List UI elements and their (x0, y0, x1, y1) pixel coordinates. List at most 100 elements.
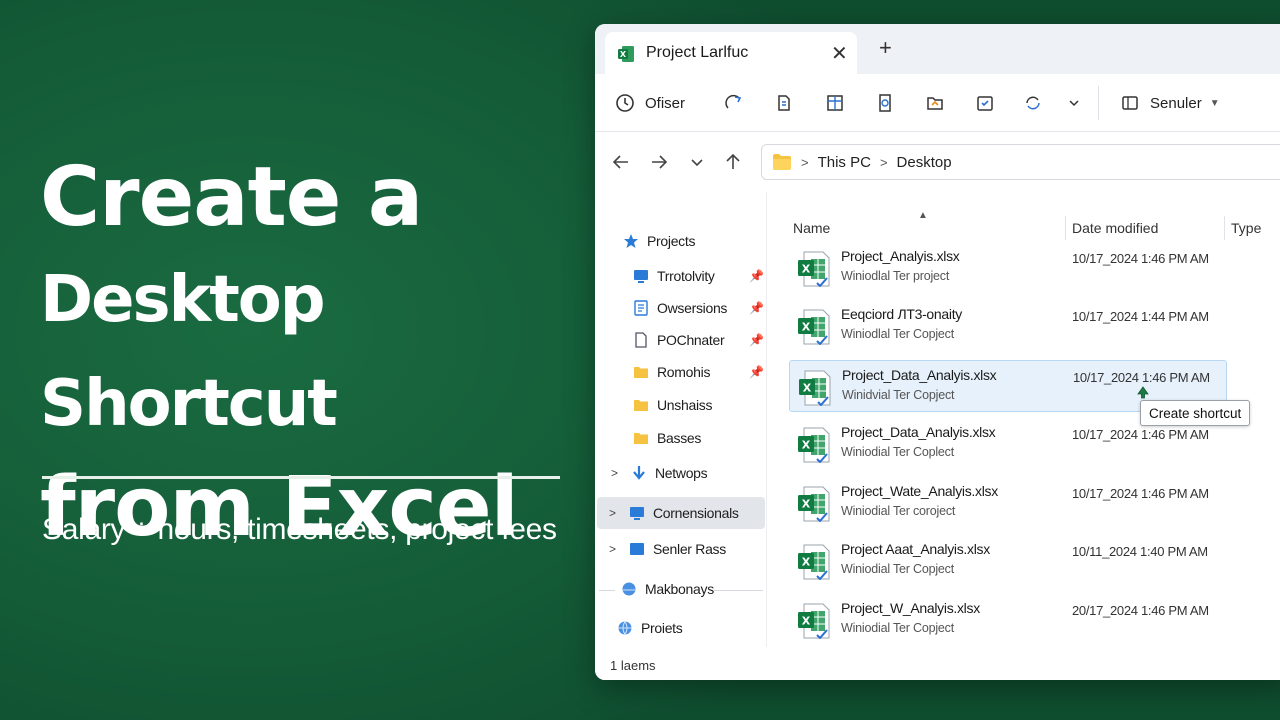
close-tab-icon[interactable]: ✕ (831, 41, 848, 66)
file-row[interactable]: X Project Aaat_Analyis.xlsx Winiodial Ter … (789, 535, 1227, 587)
nav-item-pochnater[interactable]: POChnater 📌 (633, 324, 764, 356)
nav-label: Unshaiss (657, 397, 713, 413)
preview-button[interactable] (875, 74, 895, 132)
file-date-modified: 10/11_2024 1:40 PM AM (1072, 544, 1208, 559)
sort-ascending-icon: ▲ (918, 210, 928, 221)
file-date-modified: 10/17_2024 1:46 PM AM (1072, 427, 1209, 442)
nav-item-netwops[interactable]: > Netwops (611, 457, 708, 489)
column-separator[interactable] (1065, 216, 1066, 240)
folder-icon (634, 367, 648, 378)
nav-item-proiets[interactable]: Proiets (617, 612, 683, 644)
headline: Create a Desktop Shortcut from Excel (40, 148, 600, 560)
table-button[interactable] (825, 74, 845, 132)
chevron-right-icon: > (879, 154, 888, 170)
monitor-icon (630, 507, 644, 520)
file-description: Winiodial Ter coroject (841, 504, 956, 518)
file-row[interactable]: X Project_Wate_Analyis.xlsx Winiodial Ter … (789, 477, 1227, 529)
tab-bar: X Project Larlfuc ✕ + (595, 24, 1280, 74)
page-icon (635, 332, 647, 348)
item-count: 1 laems (610, 658, 656, 673)
pin-icon[interactable]: 📌 (749, 333, 764, 347)
nav-item-projects[interactable]: Projects (623, 225, 695, 257)
nav-item-trrotolvity[interactable]: Trrotolvity 📌 (633, 260, 764, 292)
new-tab-icon[interactable]: + (879, 37, 892, 59)
file-description: Winiodlal Ter project (841, 269, 950, 283)
file-name: Project_Analyis.xlsx (841, 248, 960, 264)
nav-label: Romohis (657, 364, 711, 380)
excel-file-icon: X (798, 309, 830, 345)
nav-item-romohis[interactable]: Romohis 📌 (633, 356, 764, 388)
nav-item-senler-rass[interactable]: > Senler Rass (609, 533, 726, 565)
pin-icon[interactable]: 📌 (749, 301, 764, 315)
file-row[interactable]: X Eeqciord ЛТ3-onaity Winiodlal Ter Copjec… (789, 300, 1227, 352)
excel-file-icon: X (798, 251, 830, 287)
excel-icon: X (618, 46, 634, 62)
chevron-right-icon[interactable]: > (611, 466, 625, 480)
column-name[interactable]: Name (793, 220, 830, 236)
chevron-right-icon[interactable]: > (609, 542, 623, 556)
share-icon (725, 94, 742, 109)
file-date-modified: 10/17_2024 1:46 PM AM (1073, 370, 1210, 385)
pin-icon[interactable]: 📌 (749, 365, 764, 379)
svg-text:X: X (802, 263, 811, 276)
excel-file-icon: X (798, 603, 830, 639)
senuler-button[interactable]: Senuler ▼ (1120, 74, 1220, 132)
tab-project[interactable]: X Project Larlfuc ✕ (605, 32, 857, 74)
create-shortcut-tooltip: Create shortcut (1140, 400, 1251, 426)
file-name: Project_W_Analyis.xlsx (841, 600, 980, 616)
headline-line-1: Create a (40, 150, 423, 245)
up-arrow-icon[interactable] (721, 150, 745, 174)
sync-button[interactable] (1022, 74, 1044, 132)
nav-item-cornensionals[interactable]: > Cornensionals (597, 497, 765, 529)
folder-action-button[interactable] (925, 74, 945, 132)
file-date-modified: 10/17_2024 1:46 PM AM (1072, 486, 1209, 501)
chevron-right-icon: > (801, 154, 809, 170)
nav-item-makbonays[interactable]: Makbonays (621, 573, 714, 605)
command-bar: Ofiser Senuler ▼ (595, 74, 1280, 132)
nav-label: POChnater (657, 332, 725, 348)
nav-item-basses[interactable]: Basses (633, 422, 701, 454)
ofiser-button[interactable]: Ofiser (615, 74, 685, 132)
excel-file-icon: X (798, 486, 830, 522)
breadcrumb-this-pc[interactable]: This PC (818, 154, 871, 171)
column-date-modified[interactable]: Date modified (1072, 220, 1158, 236)
excel-file-icon: X (799, 370, 831, 406)
checklist-icon (977, 96, 993, 111)
column-separator[interactable] (1224, 216, 1225, 240)
file-row[interactable]: X Project_Analyis.xlsx Winiodlal Ter proje… (789, 242, 1227, 294)
nav-label: Makbonays (645, 581, 714, 597)
checklist-button[interactable] (975, 74, 995, 132)
file-name: Project_Data_Analyis.xlsx (842, 367, 997, 383)
recent-dropdown-icon[interactable] (685, 150, 709, 174)
svg-text:X: X (803, 382, 812, 395)
nav-label: Basses (657, 430, 702, 446)
pin-icon[interactable]: 📌 (749, 269, 764, 283)
address-field[interactable]: > This PC > Desktop (761, 144, 1280, 180)
svg-text:X: X (802, 615, 811, 628)
tab-title: Project Larlfuc (646, 44, 749, 61)
file-date-modified: 20/17_2024 1:46 PM AM (1072, 603, 1209, 618)
nav-label: Cornensionals (653, 505, 739, 521)
file-row[interactable]: X Project_W_Analyis.xlsx Winiodial Ter Cop… (789, 594, 1227, 646)
file-explorer-window: X Project Larlfuc ✕ + Ofiser Senuler ▼ >… (595, 24, 1280, 680)
file-description: Winiodial Ter Copject (841, 562, 954, 576)
document-button[interactable] (774, 74, 794, 132)
nav-divider (713, 590, 763, 591)
navigation-pane: Projects Trrotolvity 📌 Owsersions 📌 POCh… (595, 192, 767, 647)
nav-label: Netwops (655, 465, 708, 481)
share-button[interactable] (724, 74, 744, 132)
file-name: Eeqciord ЛТ3-onaity (841, 306, 962, 322)
file-date-modified: 10/17_2024 1:44 PM AM (1072, 309, 1209, 324)
back-arrow-icon[interactable] (609, 150, 633, 174)
headline-divider (42, 476, 560, 479)
file-description: Winidvial Ter Copject (842, 388, 955, 402)
more-dropdown[interactable] (1068, 74, 1080, 132)
nav-item-unshaiss[interactable]: Unshaiss (633, 389, 712, 421)
file-name: Project_Data_Analyis.xlsx (841, 424, 996, 440)
chevron-right-icon[interactable]: > (609, 506, 623, 520)
nav-item-owsersions[interactable]: Owsersions 📌 (633, 292, 764, 324)
breadcrumb-desktop[interactable]: Desktop (897, 154, 952, 171)
forward-arrow-icon[interactable] (647, 150, 671, 174)
ofiser-label: Ofiser (645, 94, 686, 112)
column-type[interactable]: Type (1231, 220, 1261, 236)
